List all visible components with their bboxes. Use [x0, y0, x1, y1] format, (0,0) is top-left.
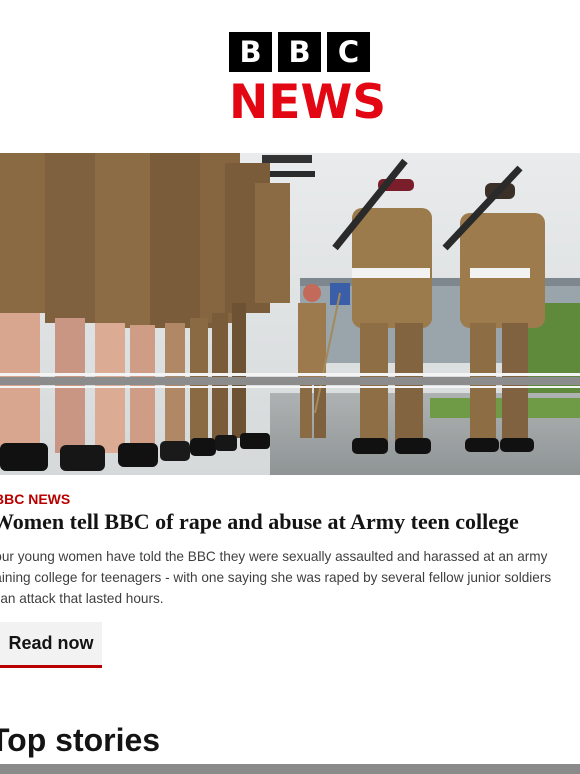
- bbc-blocks: B B C: [229, 32, 371, 72]
- summary-line: training college for teenagers - with on…: [0, 570, 552, 585]
- top-stories-heading: Top stories: [0, 722, 161, 758]
- bbc-news-logo[interactable]: B B C NEWS: [229, 32, 387, 130]
- summary-line: in an attack that lasted hours.: [0, 591, 164, 606]
- section-divider: [0, 764, 580, 774]
- article-summary: Four young women have told the BBC they …: [0, 546, 580, 609]
- bbc-block-c: C: [327, 32, 370, 72]
- summary-line: Four young women have told the BBC they …: [0, 549, 548, 564]
- article-headline[interactable]: Women tell BBC of rape and abuse at Army…: [0, 509, 519, 535]
- bbc-block-b2: B: [278, 32, 321, 72]
- news-wordmark: NEWS: [229, 75, 387, 130]
- bbc-block-b1: B: [229, 32, 272, 72]
- article-kicker: BBC NEWS: [0, 491, 71, 507]
- read-now-button[interactable]: Read now: [0, 622, 102, 668]
- hero-image[interactable]: [0, 153, 580, 475]
